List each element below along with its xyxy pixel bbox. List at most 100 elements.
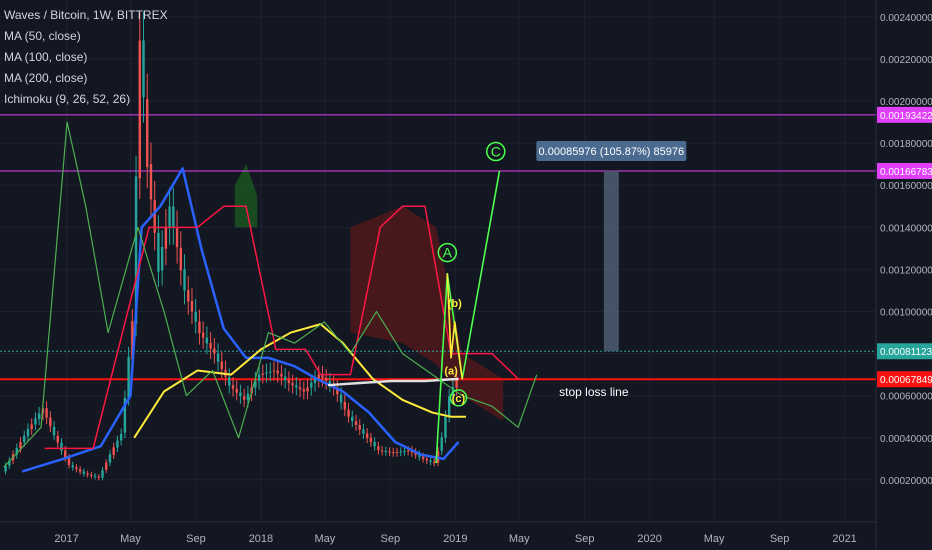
price-label-text: 0.00081123 — [880, 347, 932, 358]
measure-box[interactable] — [603, 170, 619, 352]
candle-body — [112, 447, 115, 455]
candle-body — [157, 232, 160, 272]
candle-body — [392, 452, 395, 454]
y-tick-label: 0.00220000 — [880, 55, 932, 66]
wave-label-b: (b) — [448, 298, 462, 310]
wave-label-c: (c) — [449, 389, 468, 407]
candle-body — [179, 247, 182, 271]
candle-body — [347, 409, 350, 417]
candle-body — [324, 377, 328, 381]
candle-body — [213, 348, 216, 354]
price-label-text: 0.00067849 — [880, 375, 932, 386]
legend-ichimoku[interactable]: Ichimoku (9, 26, 52, 26) — [4, 89, 168, 110]
y-tick-label: 0.00040000 — [880, 434, 932, 445]
candle-body — [82, 471, 86, 474]
candle-body — [216, 353, 220, 362]
x-tick-label: 2020 — [637, 533, 661, 545]
candle-body — [343, 402, 347, 410]
candle-body — [78, 469, 82, 472]
candle-body — [194, 311, 197, 322]
candle-body — [444, 416, 447, 438]
candle-body — [365, 433, 369, 439]
candle-body — [388, 451, 391, 453]
candle-body — [351, 416, 354, 421]
legend-ma50[interactable]: MA (50, close) — [4, 26, 168, 47]
candle-body — [160, 246, 164, 271]
candle-body — [425, 458, 429, 461]
candle-body — [34, 418, 37, 425]
price-label-magenta: 0.00166783 — [877, 162, 932, 179]
candle-body — [231, 385, 235, 389]
measure-label: 0.00085976 (105.87%) 85976 — [536, 140, 687, 161]
chart-legend: Waves / Bitcoin, 1W, BITTREX MA (50, clo… — [4, 5, 168, 110]
y-tick-label: 0.00240000 — [880, 13, 932, 24]
candle-body — [75, 467, 78, 470]
candle-body — [187, 290, 190, 302]
candle-body — [291, 383, 294, 386]
candle-body — [265, 372, 268, 374]
x-tick-label: 2019 — [443, 533, 467, 545]
candle-body — [235, 388, 238, 393]
candle-body — [67, 457, 71, 465]
candle-body — [228, 377, 231, 386]
candle-body — [220, 361, 223, 370]
legend-title[interactable]: Waves / Bitcoin, 1W, BITTREX — [4, 5, 168, 26]
candle-body — [168, 206, 171, 228]
candle-body — [276, 370, 279, 374]
price-label-current: 0.00081123 — [877, 343, 932, 360]
x-tick-label: Sep — [186, 533, 206, 545]
candle-body — [183, 269, 186, 291]
candle-body — [433, 461, 436, 463]
candle-body — [239, 392, 242, 397]
candle-body — [362, 429, 365, 434]
legend-ma100[interactable]: MA (100, close) — [4, 47, 168, 68]
candle-body — [93, 475, 97, 477]
candle-body — [108, 454, 112, 463]
x-tick-label: May — [120, 533, 141, 545]
candle-body — [429, 460, 432, 462]
candle-body — [205, 337, 209, 344]
candle-body — [52, 426, 56, 436]
candle-body — [209, 343, 212, 349]
candle-body — [261, 373, 264, 375]
candle-body — [310, 382, 313, 388]
candle-body — [49, 417, 52, 427]
y-tick-label: 0.00020000 — [880, 476, 932, 487]
candle-body — [86, 473, 89, 475]
wave-label-a: (a) — [444, 365, 458, 377]
x-tick-label: 2017 — [54, 533, 78, 545]
legend-ma200[interactable]: MA (200, close) — [4, 68, 168, 89]
candle-body — [71, 465, 74, 468]
candle-body — [440, 437, 443, 451]
candle-body — [60, 442, 63, 451]
candle-body — [373, 442, 376, 447]
candle-body — [283, 376, 287, 381]
candle-body — [395, 451, 399, 453]
candle-body — [406, 450, 410, 452]
y-tick-label: 0.00120000 — [880, 265, 932, 276]
candle-body — [272, 370, 276, 372]
candle-body — [97, 476, 100, 478]
candle-body — [175, 228, 179, 248]
candle-body — [37, 413, 41, 419]
candle-body — [306, 387, 309, 392]
wave-text: (c) — [452, 393, 466, 405]
candle-body — [380, 450, 384, 452]
candle-body — [295, 385, 298, 388]
candle-body — [101, 470, 104, 478]
candle-body — [280, 373, 283, 377]
candle-body — [287, 379, 291, 384]
wave-text: A — [443, 245, 453, 261]
wave-text: C — [491, 144, 501, 160]
candle-body — [377, 446, 380, 451]
candle-body — [198, 321, 201, 334]
candle-body — [30, 424, 33, 430]
x-tick-label: May — [704, 533, 725, 545]
candle-body — [172, 206, 175, 227]
measure-label-text: 0.00085976 (105.87%) 85976 — [539, 146, 685, 158]
candle-body — [339, 394, 343, 403]
x-tick-label: Sep — [770, 533, 790, 545]
candle-body — [19, 441, 22, 449]
price-label-text: 0.00193422 — [880, 111, 932, 122]
y-tick-label: 0.00180000 — [880, 139, 932, 150]
